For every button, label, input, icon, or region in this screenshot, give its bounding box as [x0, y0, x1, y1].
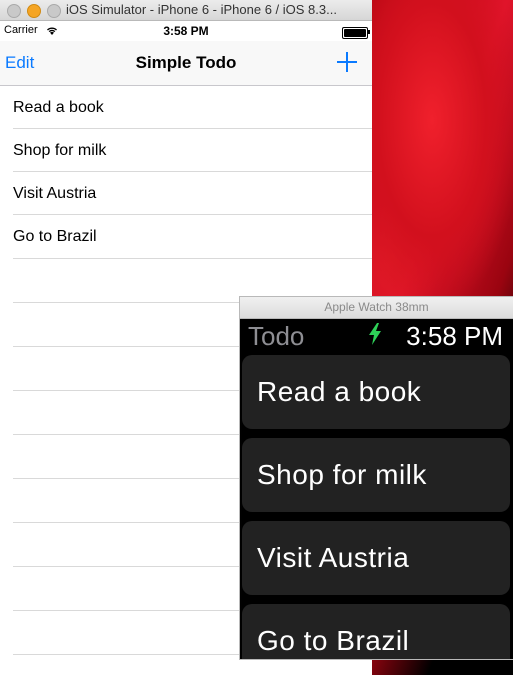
- todo-item-label: Go to Brazil: [13, 228, 97, 245]
- watch-todo-list: Read a book Shop for milk Visit Austria …: [240, 352, 513, 659]
- watch-list-item[interactable]: Go to Brazil: [242, 604, 510, 659]
- window-titlebar[interactable]: iOS Simulator - iPhone 6 - iPhone 6 / iO…: [0, 0, 372, 21]
- battery-icon: [342, 27, 370, 39]
- close-window-button[interactable]: [7, 4, 21, 18]
- navigation-bar: Edit Simple Todo: [0, 41, 372, 86]
- todo-item-label: Shop for milk: [13, 142, 107, 159]
- watch-list-item[interactable]: Visit Austria: [242, 521, 510, 595]
- watch-list-item[interactable]: Read a book: [242, 355, 510, 429]
- zoom-window-button[interactable]: [47, 4, 61, 18]
- page-title: Simple Todo: [135, 53, 237, 72]
- lightning-bolt-icon: [369, 323, 381, 345]
- watch-list-item[interactable]: Shop for milk: [242, 438, 510, 512]
- todo-item[interactable]: Read a book: [13, 86, 372, 129]
- minimize-window-button[interactable]: [27, 4, 41, 18]
- watch-header: Todo 3:58 PM: [240, 319, 513, 352]
- status-time: 3:58 PM: [163, 24, 209, 38]
- todo-item[interactable]: Go to Brazil: [13, 215, 372, 259]
- todo-item-label: Visit Austria: [13, 185, 97, 202]
- watch-time: 3:58 PM: [406, 321, 503, 351]
- ios-status-bar: Carrier 3:58 PM: [0, 21, 372, 41]
- watch-app-title: Todo: [248, 321, 305, 351]
- todo-item[interactable]: Shop for milk: [13, 129, 372, 172]
- todo-item-label: Read a book: [13, 99, 104, 116]
- todo-item[interactable]: Visit Austria: [13, 172, 372, 215]
- plus-icon[interactable]: [334, 49, 360, 75]
- window-title: iOS Simulator - iPhone 6 - iPhone 6 / iO…: [66, 2, 337, 17]
- apple-watch-window: Apple Watch 38mm Todo 3:58 PM Read a boo…: [239, 296, 513, 660]
- watch-window-titlebar[interactable]: Apple Watch 38mm: [240, 297, 513, 319]
